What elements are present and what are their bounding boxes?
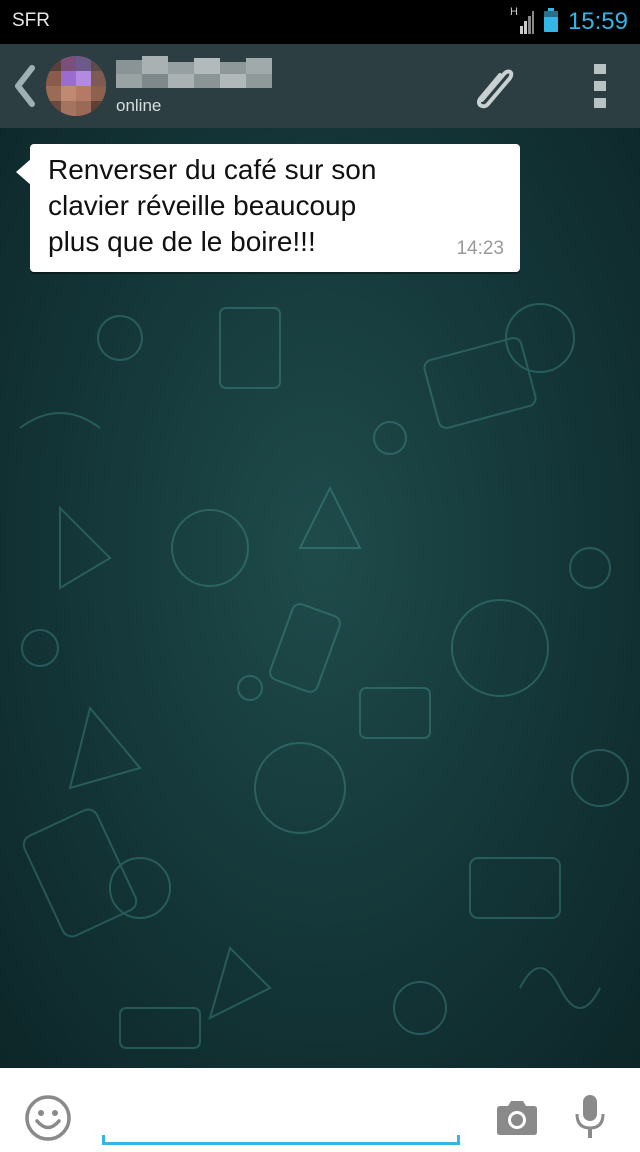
- chat-header: online: [0, 44, 640, 129]
- message-input[interactable]: [104, 1092, 460, 1144]
- message-input-underline: [102, 1135, 460, 1145]
- presence-status: online: [116, 96, 162, 115]
- signal-icon: H: [510, 6, 534, 34]
- message-line: Renverser du café sur son: [48, 154, 377, 185]
- paperclip-icon[interactable]: [462, 56, 522, 116]
- emoji-icon[interactable]: [24, 1094, 72, 1142]
- status-indicators: H 15:59: [510, 6, 628, 38]
- clock: 15:59: [567, 8, 628, 35]
- message-timestamp: 14:23: [456, 238, 504, 259]
- back-chevron-icon[interactable]: [10, 62, 40, 110]
- contact-name-obscured: [116, 56, 272, 90]
- message-line: clavier réveille beaucoup: [48, 190, 357, 221]
- overflow-menu-icon[interactable]: [585, 62, 615, 110]
- incoming-message-bubble[interactable]: Renverser du café sur son clavier réveil…: [30, 144, 520, 272]
- message-text: Renverser du café sur son clavier réveil…: [48, 152, 428, 260]
- chat-area[interactable]: Renverser du café sur son clavier réveil…: [0, 128, 640, 1068]
- microphone-icon[interactable]: [574, 1094, 606, 1140]
- message-input-bar: [0, 1068, 640, 1152]
- status-bar: SFR H 15:59: [0, 0, 640, 44]
- carrier-label: SFR: [12, 10, 50, 31]
- avatar[interactable]: [46, 56, 106, 116]
- message-line: plus que de le boire!!!: [48, 226, 316, 257]
- camera-icon[interactable]: [496, 1098, 538, 1136]
- battery-icon: [543, 7, 558, 37]
